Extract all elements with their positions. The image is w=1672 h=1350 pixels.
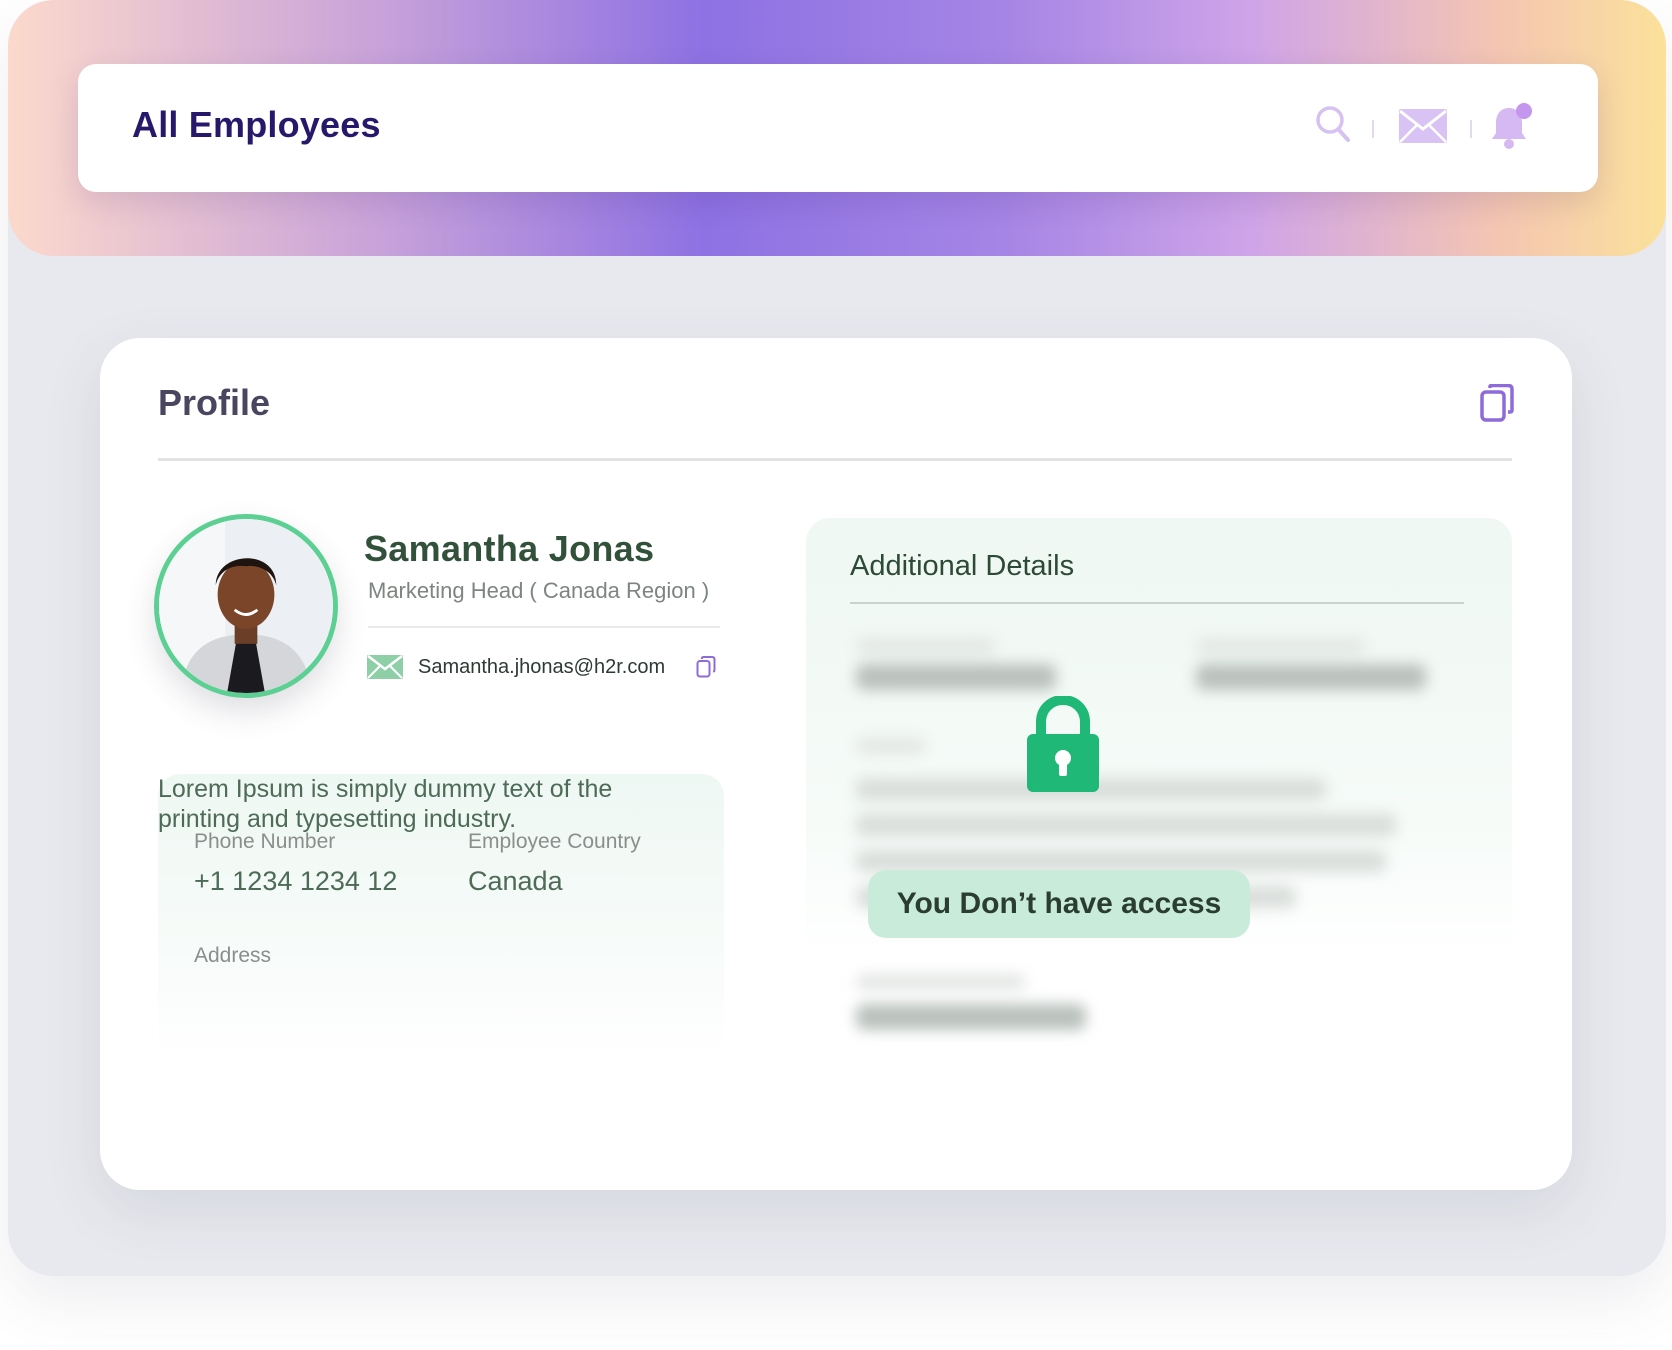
page-title: All Employees (132, 104, 381, 145)
search-icon[interactable] (1314, 104, 1352, 144)
blurred-field (856, 974, 1026, 990)
blurred-field (1196, 664, 1426, 690)
blurred-field (856, 738, 926, 754)
mail-icon[interactable] (1398, 108, 1448, 144)
blurred-field (1196, 638, 1366, 654)
icon-divider (1372, 120, 1374, 138)
lock-icon (1027, 696, 1099, 792)
blurred-restricted-content (100, 338, 1572, 1190)
bell-icon[interactable] (1490, 102, 1534, 150)
blurred-field (856, 850, 1386, 872)
profile-card: Profile Samantha Jonas Marketing Head ( … (100, 338, 1572, 1190)
icon-divider (1470, 120, 1472, 138)
top-bar: All Employees (78, 64, 1598, 192)
blurred-field (856, 664, 1056, 690)
no-access-message: You Don’t have access (868, 870, 1250, 938)
blurred-field (856, 638, 996, 654)
blurred-field (856, 814, 1396, 836)
blurred-field (856, 1004, 1086, 1030)
